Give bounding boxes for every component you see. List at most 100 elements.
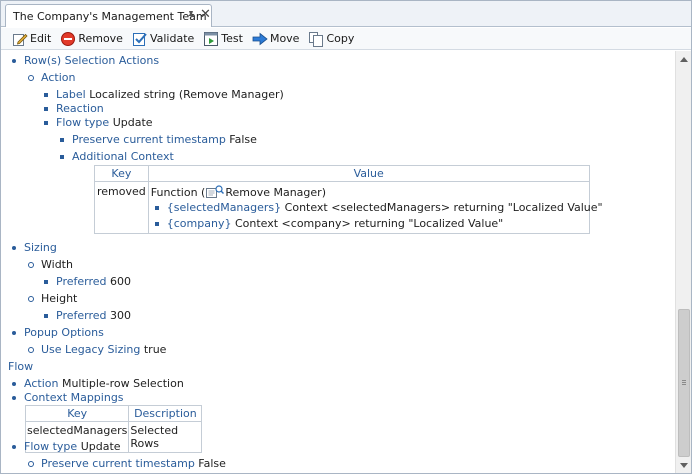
list-item: Preserve current timestamp False (28, 457, 226, 471)
parameter-text: Context <selectedManagers> returning "Lo… (284, 201, 603, 214)
property-value: False (229, 133, 257, 146)
grip-line (682, 382, 686, 383)
column-header-key: Key (24, 405, 130, 422)
function-icon (206, 185, 225, 199)
property-key: Preferred (56, 309, 107, 322)
property-key: Label (56, 88, 86, 101)
property-key: Action (41, 71, 76, 84)
property-key: Additional Context (72, 150, 174, 163)
move-button[interactable]: Move (249, 29, 303, 49)
arrow-right-icon (252, 31, 268, 47)
list-item: Popup Options (12, 326, 104, 340)
property-key: Width (41, 258, 73, 271)
validate-button[interactable]: Validate (129, 29, 197, 49)
test-button[interactable]: Test (200, 29, 246, 49)
property-value: 300 (110, 309, 131, 322)
list-item: Preferred 600 (44, 275, 131, 289)
edit-icon (12, 31, 28, 47)
property-key: Preserve current timestamp (41, 457, 195, 470)
scroll-down-arrow-icon[interactable] (676, 457, 692, 473)
close-icon[interactable]: ✕ (200, 8, 211, 21)
edit-button[interactable]: Edit (9, 29, 54, 49)
test-label: Test (221, 32, 243, 45)
tab-strip: The Company's Management Team ✕ (1, 1, 691, 27)
column-header-key: Key (94, 165, 149, 182)
property-value: 600 (110, 275, 131, 288)
property-key: Preserve current timestamp (72, 133, 226, 146)
property-value: true (143, 343, 167, 356)
list-item: Preferred 300 (44, 309, 131, 323)
list-item: Sizing (12, 241, 57, 255)
property-value: False (198, 457, 226, 470)
edit-label: Edit (30, 32, 52, 45)
list-item: {company} Context <company> returning "L… (154, 217, 603, 231)
list-item: Flow type Update (44, 116, 153, 130)
column-header-description: Description (128, 405, 203, 422)
tab-management-team[interactable]: The Company's Management Team ✕ (5, 4, 212, 27)
section-heading: Flow (8, 360, 33, 374)
section-heading: Row(s) Selection Actions (24, 54, 160, 67)
parameter-text: Context <company> returning "Localized V… (234, 217, 504, 230)
list-item: {selectedManagers} Context <selectedMana… (154, 201, 603, 215)
column-header-value: Value (147, 165, 590, 182)
list-item: Row(s) Selection Actions (11, 54, 160, 68)
test-icon (203, 31, 219, 47)
section-heading: Popup Options (24, 326, 104, 339)
property-value: Update (112, 116, 153, 129)
table-header-row: Key Value (94, 165, 590, 182)
parameter-ref: {company} (166, 217, 232, 230)
list-item: Action Multiple-row Selection (12, 377, 184, 391)
function-line: Function ( Remove Manager) (151, 185, 587, 200)
property-key: Action (24, 377, 59, 390)
table-row: removed Function ( Remove Manager) {selec… (94, 181, 603, 234)
vertical-scrollbar[interactable] (675, 51, 691, 473)
additional-context-table: Key Value removed Function ( Remove Manag… (94, 165, 603, 234)
list-item: Label Localized string (Remove Manager) (44, 88, 284, 102)
property-key: Flow type (24, 440, 78, 453)
property-key: Height (41, 292, 78, 305)
definition-view: Row(s) Selection Actions Action Label Lo… (1, 51, 674, 473)
copy-icon (308, 31, 324, 47)
property-value: Multiple-row Selection (61, 377, 184, 390)
table-cell-description: Selected Rows (128, 421, 203, 453)
function-prefix: Function ( (150, 186, 206, 199)
grip-line (682, 384, 686, 385)
pin-icon[interactable] (186, 10, 196, 23)
copy-label: Copy (326, 32, 355, 45)
validate-label: Validate (149, 32, 195, 45)
table-cell-key: removed (94, 181, 149, 234)
remove-icon (60, 31, 76, 47)
list-item: Action (27, 71, 76, 85)
list-item: Use Legacy Sizing true (27, 343, 167, 357)
list-item: Preserve current timestamp False (60, 133, 257, 147)
remove-label: Remove (78, 32, 123, 45)
copy-button[interactable]: Copy (305, 29, 357, 49)
grip-line (682, 380, 686, 381)
list-item: Additional Context (60, 150, 174, 164)
property-key: Preferred (56, 275, 107, 288)
function-name: Remove Manager) (225, 186, 326, 199)
scroll-up-arrow-icon[interactable] (676, 51, 692, 67)
list-item: Context Mappings (12, 391, 124, 405)
section-heading: Sizing (24, 241, 57, 254)
parameter-ref: {selectedManagers} (166, 201, 282, 214)
list-item: Flow type Update (12, 440, 121, 454)
toolbar: Edit Remove Validate Test Move Copy (1, 28, 691, 50)
property-key: Use Legacy Sizing (41, 343, 141, 356)
property-value: Update (80, 440, 121, 453)
property-key: Reaction (56, 102, 104, 115)
remove-button[interactable]: Remove (57, 29, 126, 49)
move-label: Move (269, 32, 300, 45)
table-header-row: Key Description (24, 405, 203, 422)
list-item: Reaction (44, 102, 104, 116)
list-item: Height (27, 292, 78, 306)
property-value: Localized string (Remove Manager) (89, 88, 284, 101)
tab-title: The Company's Management Team (13, 10, 207, 23)
flow-heading: Flow (8, 360, 34, 373)
table-cell-value: Function ( Remove Manager) {selectedManag… (147, 181, 603, 234)
validate-icon (132, 31, 148, 47)
list-item: Width (28, 258, 73, 272)
editor-window: The Company's Management Team ✕ Edit Rem… (0, 0, 692, 474)
property-key: Flow type (56, 116, 110, 129)
scrollbar-thumb[interactable] (678, 309, 690, 457)
